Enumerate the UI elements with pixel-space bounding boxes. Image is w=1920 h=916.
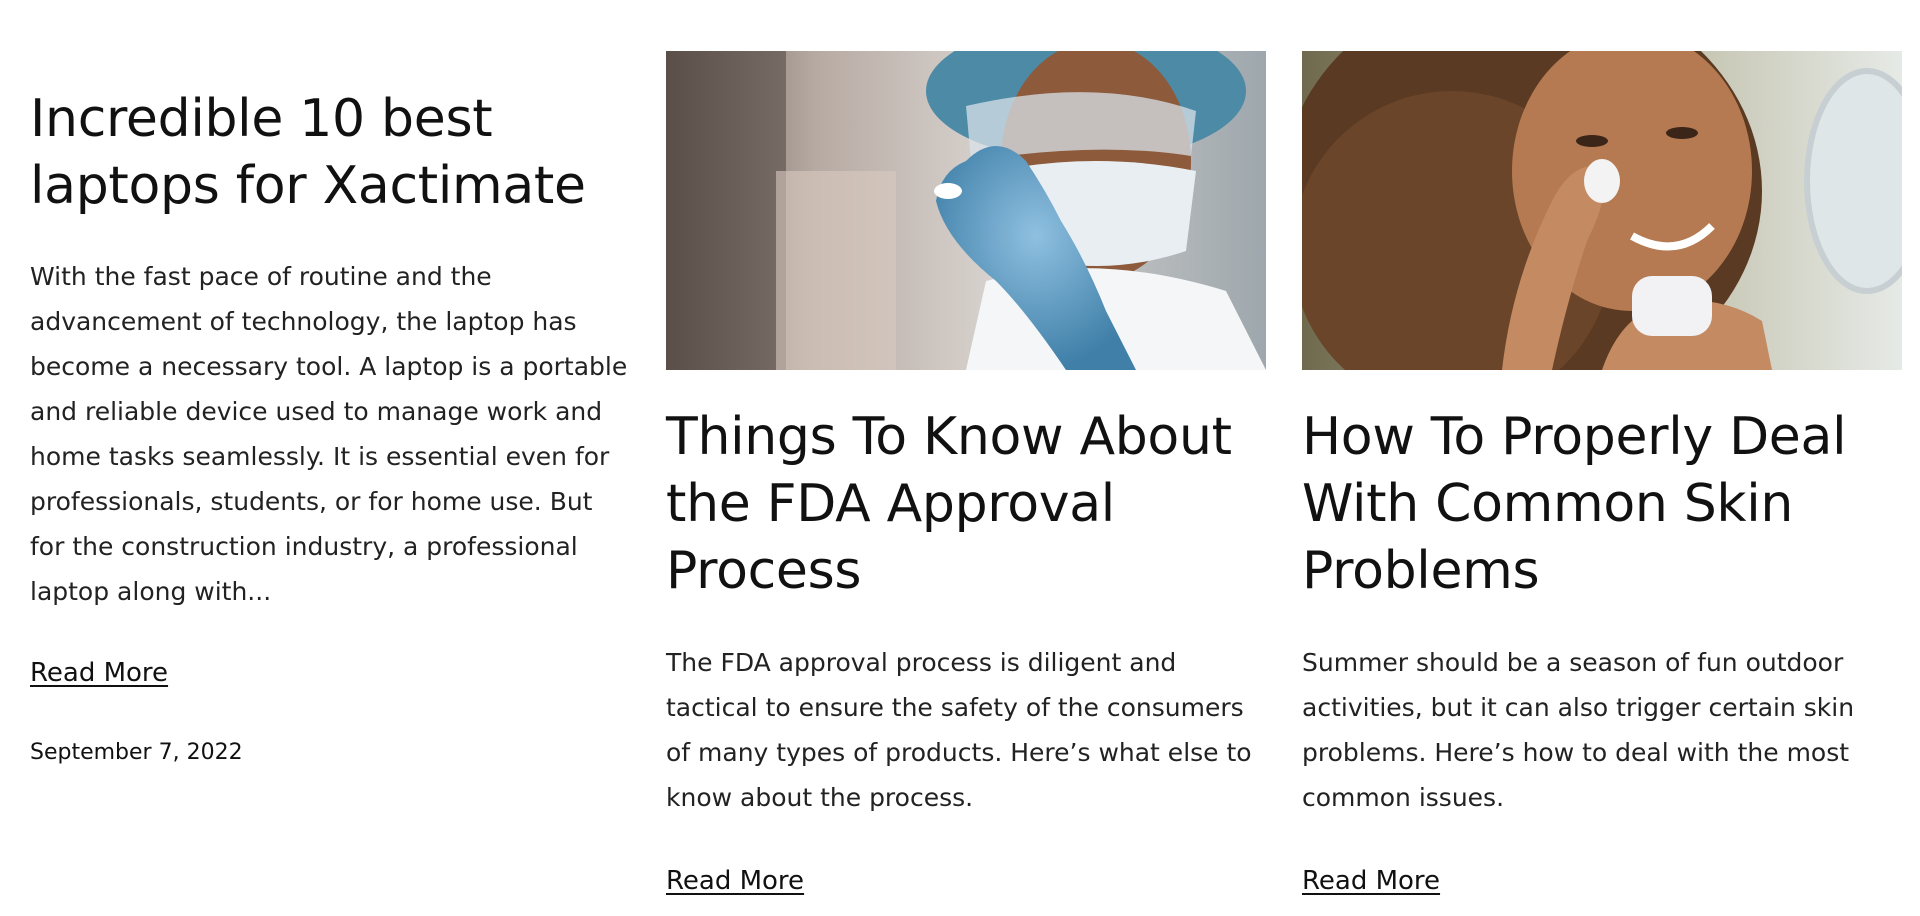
read-more-link[interactable]: Read More (1302, 864, 1440, 898)
post-excerpt: The FDA approval process is diligent and… (666, 648, 1252, 812)
post-title[interactable]: Things To Know About the FDA Approval Pr… (666, 404, 1266, 605)
post-title[interactable]: Incredible 10 best laptops for Xactimate (30, 86, 630, 220)
read-more-link[interactable]: Read More (30, 656, 168, 690)
post-thumbnail-skincare-woman[interactable] (1302, 51, 1902, 370)
post-thumbnail-lab-scientist[interactable] (666, 51, 1266, 370)
read-more-link[interactable]: Read More (666, 864, 804, 898)
post-excerpt: Summer should be a season of fun outdoor… (1302, 648, 1855, 812)
post-title[interactable]: How To Properly Deal With Common Skin Pr… (1302, 404, 1902, 605)
post-date: September 7, 2022 (30, 740, 243, 765)
post-grid: Incredible 10 best laptops for Xactimate… (0, 0, 1920, 916)
lab-scientist-image (666, 51, 1266, 370)
post-excerpt: With the fast pace of routine and the ad… (30, 262, 628, 606)
skincare-woman-image (1302, 51, 1902, 370)
